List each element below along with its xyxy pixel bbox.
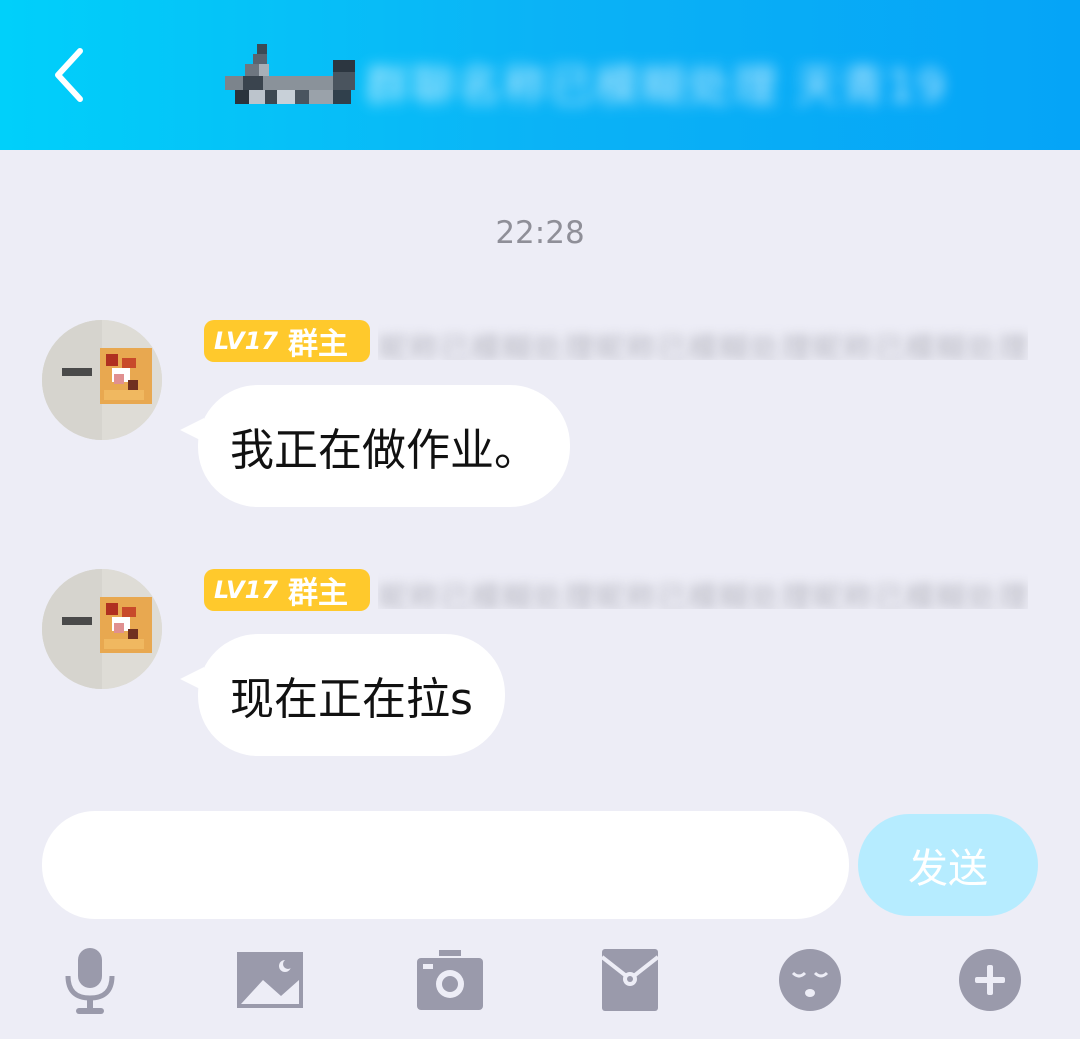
- sender-name-text: 昵称已模糊处理昵称已模糊处理昵称已模糊处理: [378, 581, 1028, 609]
- image-button[interactable]: [230, 940, 310, 1020]
- message-item: LV17 群主 昵称已模糊处理昵称已模糊处理昵称已模糊处理 现在正在拉s: [0, 569, 1080, 769]
- level-badge: LV17 群主: [204, 320, 370, 362]
- sender-name: 昵称已模糊处理昵称已模糊处理昵称已模糊处理: [378, 573, 1028, 609]
- microphone-icon: [65, 948, 115, 1014]
- role-text: 群主: [287, 327, 348, 362]
- message-item: LV17 群主 昵称已模糊处理昵称已模糊处理昵称已模糊处理 我正在做作业。: [0, 320, 1080, 520]
- message-bubble[interactable]: 现在正在拉s: [198, 634, 505, 756]
- camera-icon: [417, 950, 483, 1010]
- level-badge: LV17 群主: [204, 569, 370, 611]
- level-text: LV17: [214, 327, 278, 355]
- avatar[interactable]: [42, 320, 162, 440]
- message-input[interactable]: [42, 811, 849, 919]
- emoji-button[interactable]: [770, 940, 850, 1020]
- input-toolbar: [0, 940, 1080, 1020]
- message-timestamp: 22:28: [495, 215, 585, 251]
- sender-name-text: 昵称已模糊处理昵称已模糊处理昵称已模糊处理: [378, 332, 1028, 360]
- sender-name: 昵称已模糊处理昵称已模糊处理昵称已模糊处理: [378, 324, 1028, 360]
- role-text: 群主: [287, 576, 348, 611]
- chevron-left-icon: [55, 48, 83, 102]
- voice-button[interactable]: [50, 940, 130, 1020]
- title-emoji-icon: [225, 44, 355, 104]
- camera-button[interactable]: [410, 940, 490, 1020]
- back-button[interactable]: [40, 40, 100, 110]
- message-bubble[interactable]: 我正在做作业。: [198, 385, 570, 507]
- emoji-icon: [779, 949, 841, 1011]
- level-text: LV17: [214, 576, 278, 604]
- avatar-image: [42, 569, 162, 689]
- red-packet-button[interactable]: [590, 940, 670, 1020]
- chat-header: 群聊名称已模糊处理 天青19: [0, 0, 1080, 150]
- avatar-image: [42, 320, 162, 440]
- avatar[interactable]: [42, 569, 162, 689]
- red-packet-icon: [600, 949, 660, 1011]
- send-button[interactable]: 发送: [858, 814, 1038, 916]
- image-icon: [237, 952, 303, 1008]
- chat-title-text: 群聊名称已模糊处理 天青19: [365, 61, 947, 112]
- plus-icon: [959, 949, 1021, 1011]
- more-button[interactable]: [950, 940, 1030, 1020]
- chat-title: 群聊名称已模糊处理 天青19: [225, 42, 945, 112]
